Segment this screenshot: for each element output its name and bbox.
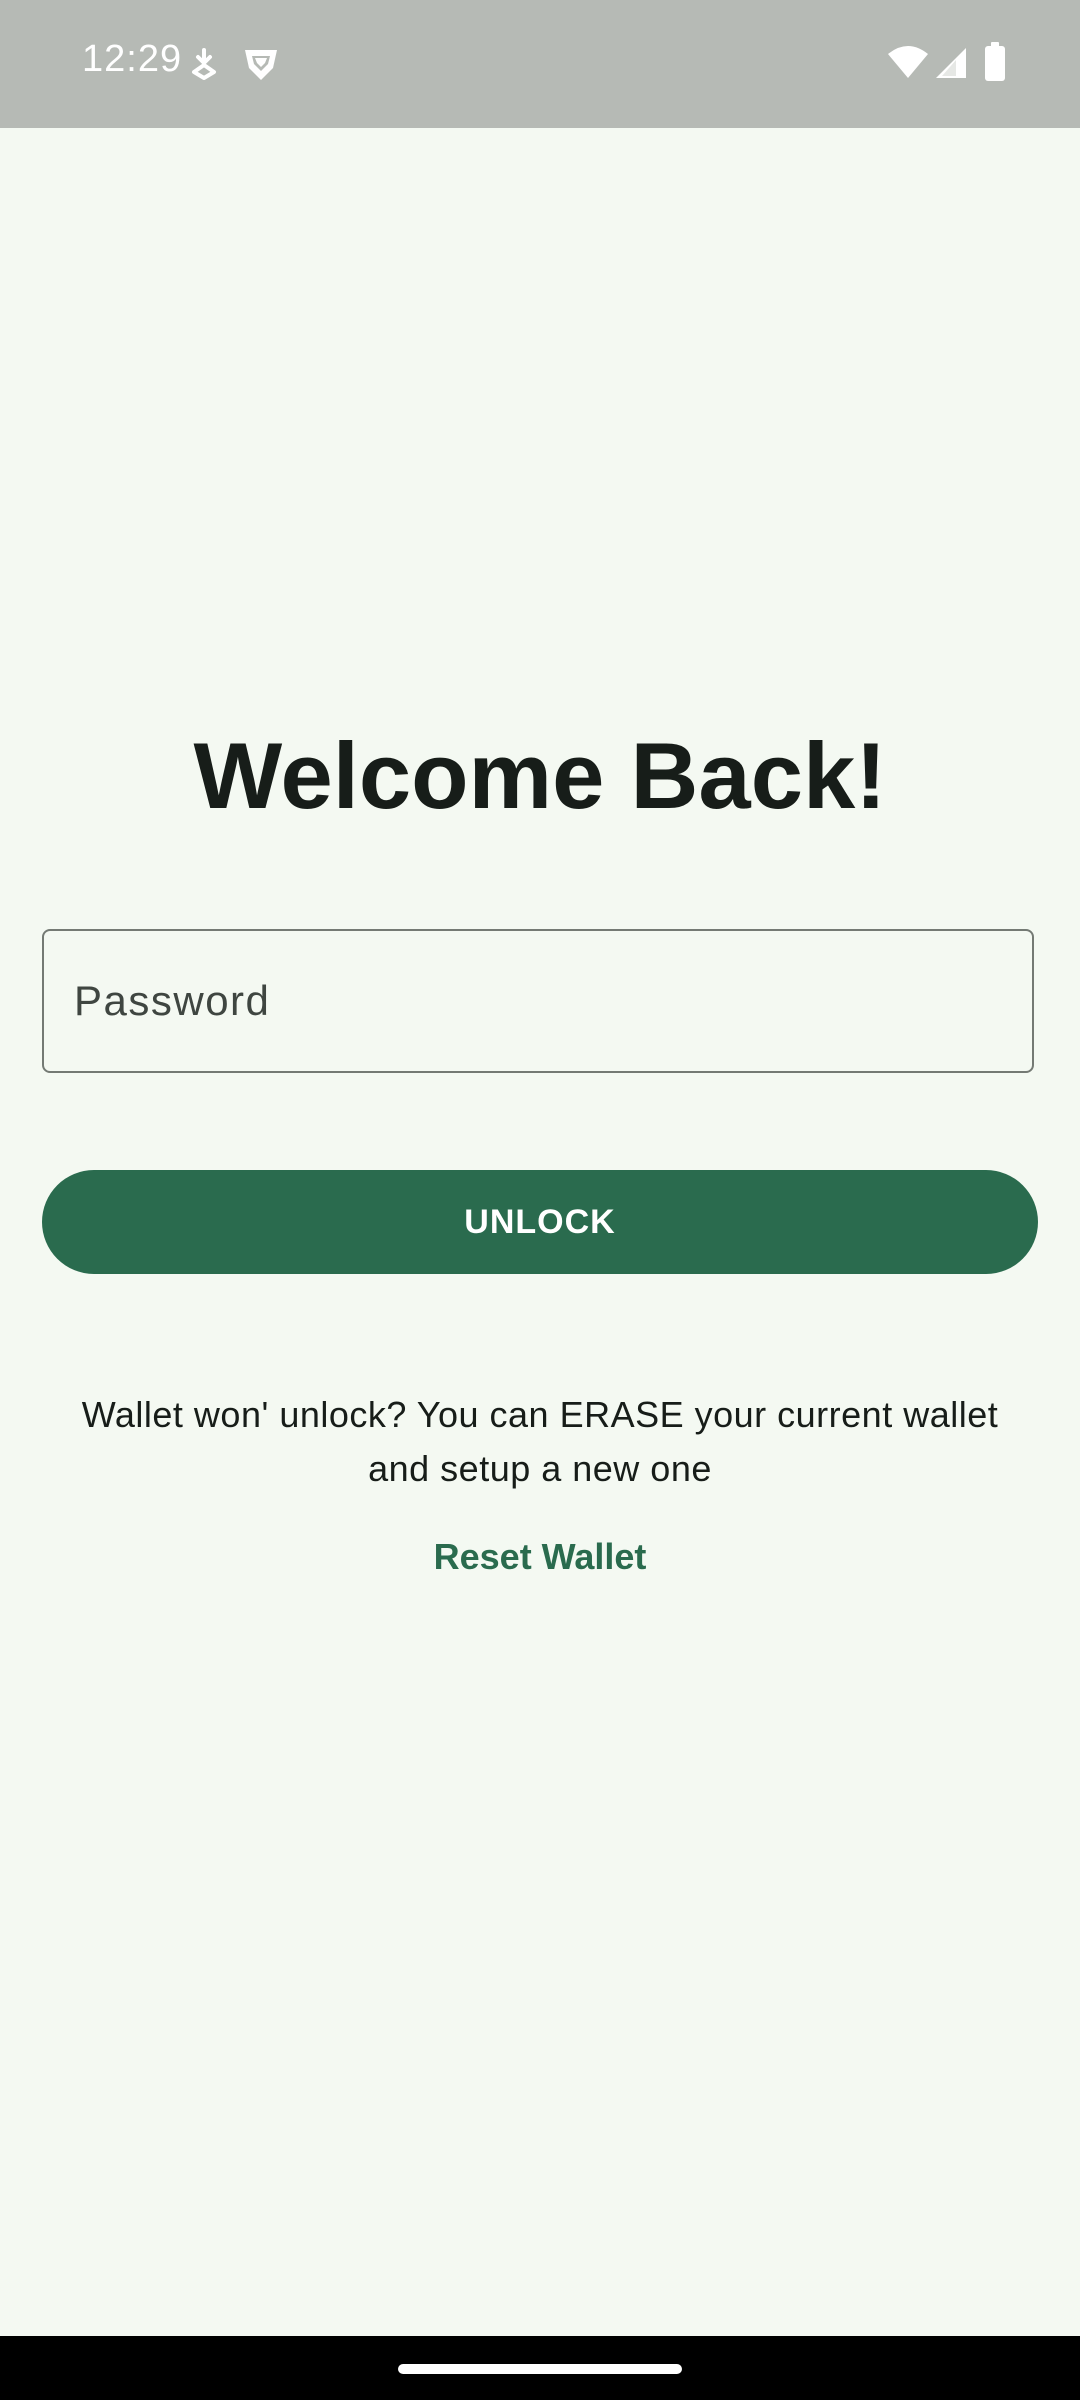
unlock-button[interactable]: UNLOCK [42, 1170, 1038, 1274]
status-time: 12:29 [82, 38, 183, 80]
page-title: Welcome Back! [193, 723, 887, 828]
navigation-bar [0, 2336, 1080, 2400]
shield-notification-icon [245, 50, 277, 80]
home-gesture-handle[interactable] [398, 2364, 682, 2374]
cell-signal-icon [936, 48, 966, 78]
wifi-icon [888, 46, 928, 78]
password-field[interactable] [42, 929, 1034, 1073]
battery-icon [985, 42, 1005, 81]
status-bar: 12:29 [0, 0, 1080, 128]
reset-wallet-link[interactable]: Reset Wallet [340, 1530, 740, 1584]
download-notification-icon [192, 48, 216, 80]
password-input[interactable] [74, 931, 1004, 1071]
reset-help-text: Wallet won' unlock? You can ERASE your c… [81, 1394, 999, 1489]
